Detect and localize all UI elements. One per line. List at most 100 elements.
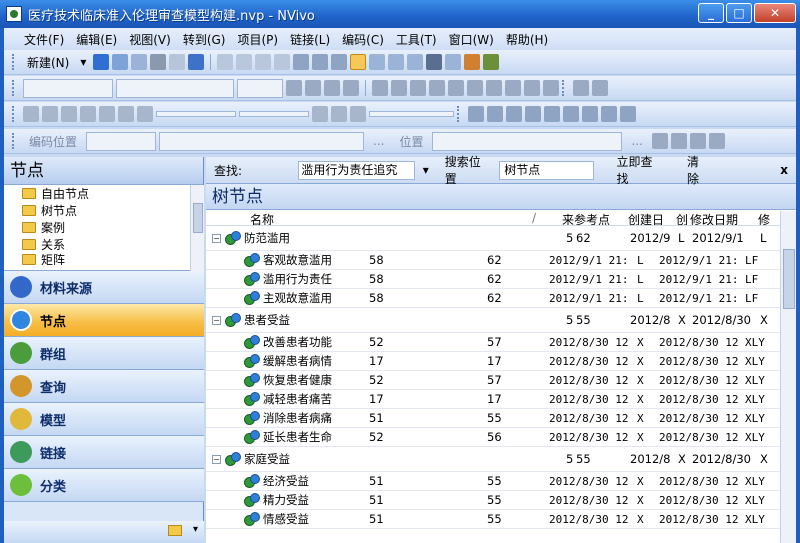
parent-node-row[interactable]: − 防范滥用 5 62 2012/9 L 2012/9/1 L — [206, 226, 780, 251]
align-icon[interactable] — [236, 54, 253, 70]
font-select[interactable] — [116, 78, 234, 98]
code-in-vivo-icon[interactable] — [689, 133, 706, 149]
search-in-dropdown[interactable]: 搜索位置 — [437, 153, 500, 187]
position-browse-button[interactable]: ... — [625, 134, 648, 148]
collapse-icon[interactable]: − — [212, 315, 221, 325]
cut-icon[interactable] — [150, 54, 167, 70]
find-text-combo[interactable]: 滥用行为责任追究 — [298, 160, 415, 180]
child-node-row[interactable]: 恢复患者健康 52 57 2012/8/30 12 X 2012/8/30 12 XLY — [206, 371, 780, 390]
menu-project[interactable]: 项目(P) — [231, 31, 284, 48]
toolbar-grip[interactable] — [12, 54, 16, 70]
folder-icon[interactable] — [168, 525, 182, 536]
fill-icon[interactable] — [391, 80, 407, 96]
nav-sets[interactable]: 群组 — [4, 337, 204, 370]
align-right-icon[interactable] — [448, 80, 464, 96]
bullets-icon[interactable] — [524, 80, 540, 96]
menu-go[interactable]: 转到(G) — [177, 31, 232, 48]
header-name[interactable]: 名称 — [250, 211, 532, 225]
menu-code[interactable]: 编码(C) — [336, 31, 390, 48]
header-references[interactable]: 参考点 — [574, 211, 628, 225]
toolbar-grip[interactable] — [457, 106, 461, 122]
header-sources[interactable]: 来 — [562, 211, 574, 225]
nav-classifications[interactable]: 分类 — [4, 469, 204, 502]
header-created-by[interactable]: 创 — [676, 211, 690, 225]
minimize-button[interactable]: _ — [698, 3, 724, 23]
find-now-button[interactable]: 立即查找 — [608, 153, 671, 187]
mark-start-icon[interactable] — [312, 106, 328, 122]
maximize-button[interactable]: □ — [726, 3, 752, 23]
child-node-row[interactable]: 客观故意滥用 58 62 2012/9/1 21: L 2012/9/1 21: LF — [206, 251, 780, 270]
indent-icon[interactable] — [255, 54, 272, 70]
collapse-icon[interactable]: − — [212, 454, 221, 464]
toolbar-grip[interactable] — [12, 106, 16, 122]
grid-icon[interactable] — [468, 106, 484, 122]
save-icon[interactable] — [93, 54, 110, 70]
header-created-on[interactable]: 创建日 — [628, 211, 676, 225]
child-node-row[interactable]: 情感受益 51 55 2012/8/30 12 X 2012/8/30 12 XLY — [206, 510, 780, 529]
nav-queries[interactable]: 查询 — [4, 370, 204, 403]
nav-links[interactable]: 链接 — [4, 436, 204, 469]
sort-indicator[interactable]: / — [532, 211, 562, 225]
highlight-icon[interactable] — [372, 80, 388, 96]
skip-forward-icon[interactable] — [118, 106, 134, 122]
zoom-icon[interactable] — [407, 54, 424, 70]
parent-node-row[interactable]: − 家庭受益 5 55 2012/8 X 2012/8/30 X — [206, 447, 780, 472]
table-scrollbar[interactable] — [780, 211, 796, 543]
seek-slider[interactable] — [156, 111, 236, 117]
clear-button[interactable]: 清除 — [679, 153, 718, 187]
find-icon[interactable] — [388, 54, 405, 70]
close-button[interactable]: ✕ — [754, 3, 796, 23]
volume-slider[interactable] — [239, 111, 309, 117]
fast-forward-icon[interactable] — [99, 106, 115, 122]
rewind-icon[interactable] — [80, 106, 96, 122]
sort-icon[interactable] — [426, 54, 443, 70]
child-node-row[interactable]: 主观故意滥用 58 62 2012/9/1 21: L 2012/9/1 21: LF — [206, 289, 780, 308]
print-icon[interactable] — [131, 54, 148, 70]
child-node-row[interactable]: 消除患者病痛 51 55 2012/8/30 12 X 2012/8/30 12 XLY — [206, 409, 780, 428]
scrollbar-thumb[interactable] — [783, 249, 795, 309]
unlink-icon[interactable] — [592, 80, 608, 96]
coding-node-select[interactable] — [159, 131, 365, 151]
font-size-select[interactable] — [237, 78, 283, 98]
new-button[interactable]: 新建(N) — [23, 54, 73, 71]
table-icon[interactable] — [487, 106, 503, 122]
list-icon[interactable] — [217, 54, 234, 70]
bold-icon[interactable] — [305, 80, 321, 96]
menu-file[interactable]: 文件(F) — [18, 31, 70, 48]
volume-icon[interactable] — [137, 106, 153, 122]
mark-end-icon[interactable] — [331, 106, 347, 122]
color-icon[interactable] — [483, 54, 500, 70]
play-icon[interactable] — [23, 106, 39, 122]
child-node-row[interactable]: 改善患者功能 52 57 2012/8/30 12 X 2012/8/30 12 XLY — [206, 333, 780, 352]
menu-edit[interactable]: 编辑(E) — [70, 31, 123, 48]
menu-help[interactable]: 帮助(H) — [500, 31, 554, 48]
annotation-icon[interactable] — [708, 133, 725, 149]
parent-node-row[interactable]: − 患者受益 5 55 2012/8 X 2012/8/30 X — [206, 308, 780, 333]
decrease-indent-icon[interactable] — [486, 80, 502, 96]
folder-list-scrollbar[interactable] — [190, 185, 204, 271]
uncode-icon[interactable] — [670, 133, 687, 149]
code-icon[interactable] — [651, 133, 668, 149]
playback-mode-icon[interactable] — [350, 106, 366, 122]
nav-sources[interactable]: 材料来源 — [4, 271, 204, 304]
filter-icon[interactable] — [445, 54, 462, 70]
menu-links[interactable]: 链接(L) — [284, 31, 336, 48]
undo-icon[interactable] — [188, 54, 205, 70]
chart-icon[interactable] — [293, 54, 310, 70]
align-left-icon[interactable] — [410, 80, 426, 96]
classification-icon[interactable] — [464, 54, 481, 70]
folder-tree-nodes[interactable]: 树节点 — [4, 202, 204, 219]
detail-view-icon[interactable] — [350, 54, 367, 70]
outdent-icon[interactable] — [274, 54, 291, 70]
menu-view[interactable]: 视图(V) — [123, 31, 177, 48]
style-select[interactable] — [23, 78, 113, 98]
underline-icon[interactable] — [343, 80, 359, 96]
scrollbar-thumb[interactable] — [193, 203, 203, 233]
child-node-row[interactable]: 缓解患者病情 17 17 2012/8/30 12 X 2012/8/30 12 XLY — [206, 352, 780, 371]
coding-browse-button[interactable]: ... — [367, 134, 390, 148]
font-color-icon[interactable] — [286, 80, 302, 96]
nav-nodes[interactable]: 节点 — [4, 304, 204, 337]
speed-slider[interactable] — [369, 111, 454, 117]
nav-models[interactable]: 模型 — [4, 403, 204, 436]
child-node-row[interactable]: 精力受益 51 55 2012/8/30 12 X 2012/8/30 12 XLY — [206, 491, 780, 510]
